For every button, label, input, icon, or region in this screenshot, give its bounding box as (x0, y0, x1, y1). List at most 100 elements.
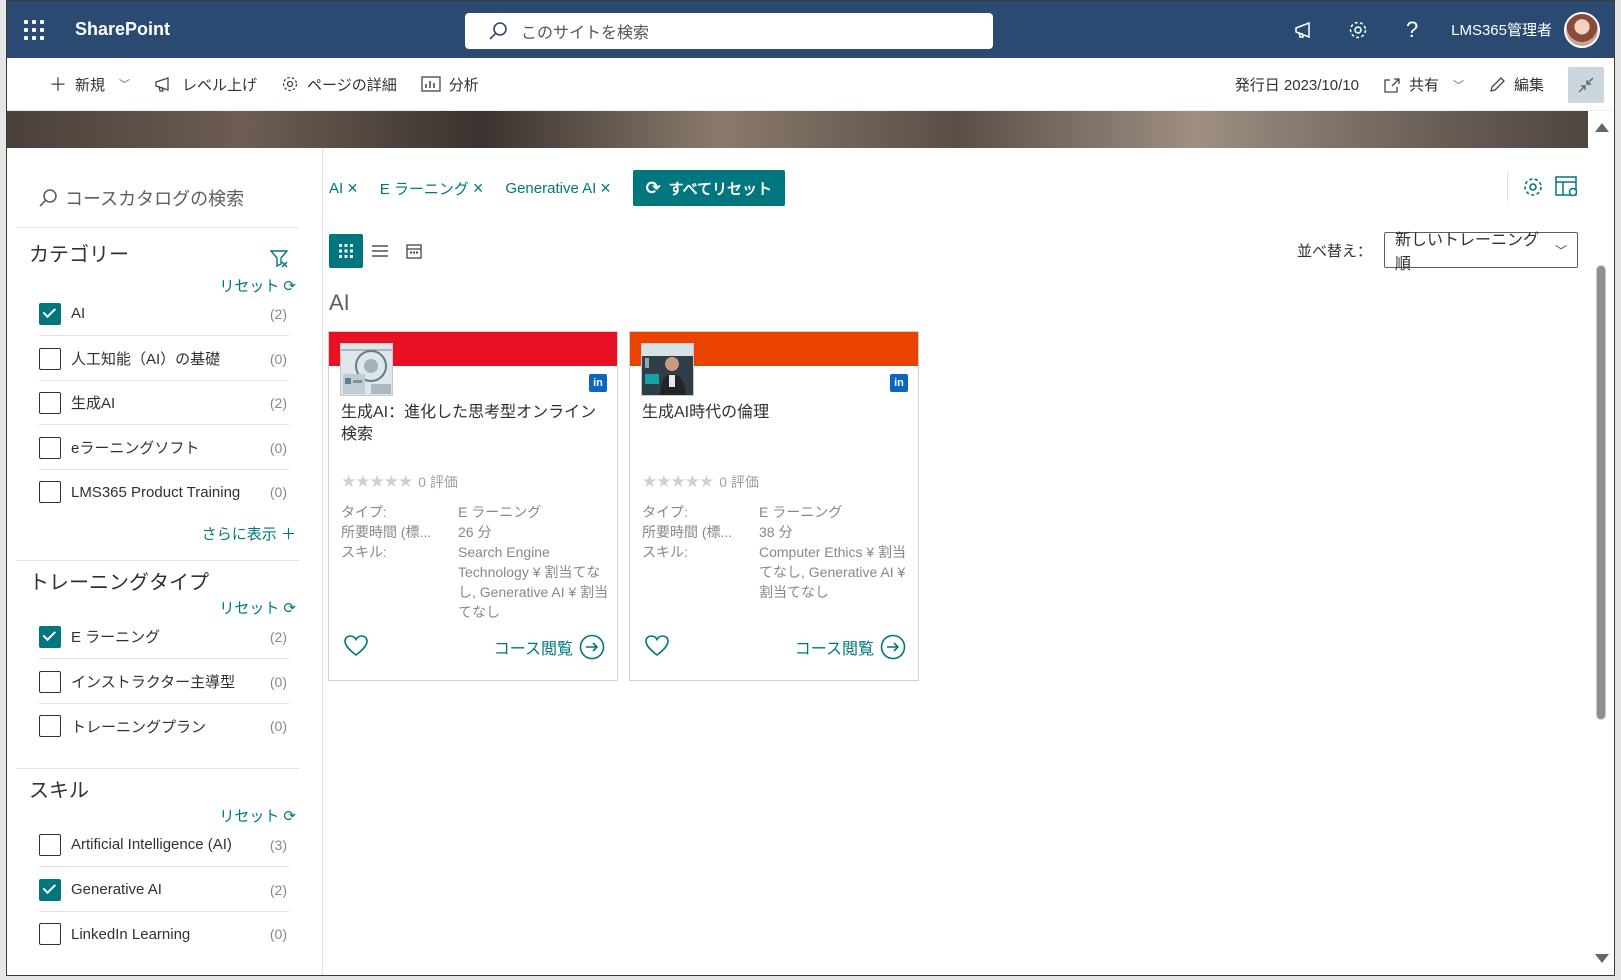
show-more-button[interactable]: さらに表示 ＋ (202, 523, 296, 544)
grid-view-icon[interactable] (329, 234, 363, 268)
catalog-search-input[interactable]: コースカタログの検索 (17, 168, 299, 228)
help-icon[interactable]: ? (1385, 1, 1439, 58)
facet-item-label: トレーニングプラン (71, 718, 207, 736)
facet-item-count: (2) (269, 394, 287, 411)
share-label: 共有 (1408, 77, 1439, 94)
user-name[interactable]: LMS365管理者 (1451, 19, 1552, 40)
app-name[interactable]: SharePoint (75, 19, 170, 40)
view-course-button[interactable]: コース閲覧 (494, 634, 605, 660)
layout-settings-icon[interactable] (1550, 170, 1584, 204)
close-icon[interactable]: × (600, 179, 611, 197)
suite-bar: SharePoint このサイトを検索 ? LMS365管理者 (7, 1, 1614, 58)
browser-frame: SharePoint このサイトを検索 ? LMS365管理者 ＋ 新規 ﹀ レ… (6, 0, 1615, 976)
course-title[interactable]: 生成AI：進化した思考型オンライン検索 (341, 402, 609, 446)
sort-label: 並べ替え： (1296, 242, 1372, 260)
edit-button[interactable]: 編集 (1476, 58, 1556, 111)
scrollbar-thumb[interactable] (1596, 265, 1606, 720)
facet-item[interactable]: Generative AI (2) (39, 868, 289, 912)
facet-item[interactable]: 人工知能（AI）の基礎 (0) (39, 337, 289, 381)
checkbox[interactable] (39, 347, 61, 370)
scroll-up-icon[interactable] (1595, 123, 1609, 132)
avatar[interactable] (1564, 11, 1600, 48)
facet-item-label: eラーニングソフト (71, 440, 200, 457)
view-switcher (329, 234, 431, 268)
checkbox[interactable] (39, 833, 61, 856)
facet-item-label: LinkedIn Learning (71, 925, 191, 943)
hero-image (7, 111, 1590, 148)
meta-value: 38 分 (759, 524, 793, 540)
course-card[interactable]: in 生成AI時代の倫理 ★★★★★ 0 評価 タイプ: E ラーニング 所要時間 … (629, 331, 919, 681)
filter-icon[interactable] (269, 248, 289, 268)
settings-icon[interactable] (1331, 1, 1385, 58)
heart-icon[interactable] (343, 634, 369, 658)
active-filters: AI × E ラーニング × Generative AI × ⟳ すべてリセット (329, 170, 785, 206)
edit-label: 編集 (1513, 77, 1544, 94)
scroll-down-icon[interactable] (1595, 954, 1609, 963)
refresh-icon: ⟳ (645, 177, 661, 198)
facet-item[interactable]: E ラーニング (2) (39, 615, 289, 659)
checkbox[interactable] (39, 391, 61, 414)
checkbox[interactable] (39, 436, 61, 459)
analytics-button[interactable]: 分析 (409, 58, 491, 111)
waffle-icon[interactable] (9, 1, 59, 58)
facet-item[interactable]: 生成AI (2) (39, 381, 289, 425)
filter-chip-label: Generative AI (505, 179, 597, 197)
divider (17, 560, 299, 561)
meta-key: タイプ: (642, 504, 688, 520)
page-scrollbar[interactable] (1588, 111, 1614, 975)
facet-item-count: (2) (269, 628, 287, 645)
facet-item[interactable]: トレーニングプラン (0) (39, 704, 289, 748)
checkbox[interactable] (39, 625, 61, 648)
facet-item[interactable]: Artificial Intelligence (AI) (3) (39, 823, 289, 867)
star-rating-icon: ★★★★★ (341, 472, 413, 491)
course-card[interactable]: in 生成AI：進化した思考型オンライン検索 ★★★★★ 0 評価 タイプ: E ラ… (328, 331, 618, 681)
promote-label: レベル上げ (182, 76, 258, 94)
checkbox[interactable] (39, 923, 61, 945)
promote-button[interactable]: レベル上げ (142, 58, 269, 111)
facet-item[interactable]: インストラクター主導型 (0) (39, 660, 289, 704)
megaphone-icon[interactable] (1277, 1, 1331, 58)
calendar-view-icon[interactable] (397, 234, 431, 268)
collapse-icon[interactable] (1568, 66, 1604, 103)
facet-item[interactable]: eラーニングソフト (0) (39, 426, 289, 470)
sort-value: 新しいトレーニング順 (1395, 232, 1540, 273)
filter-chip[interactable]: E ラーニング × (380, 178, 484, 199)
checkbox[interactable] (39, 715, 61, 737)
pencil-icon (1490, 76, 1505, 92)
filter-chip[interactable]: Generative AI × (505, 179, 610, 197)
facet-item[interactable]: LMS365 Product Training (0) (39, 470, 289, 514)
checkbox[interactable] (39, 302, 61, 325)
facet-item-count: (0) (269, 439, 287, 456)
facet-item-label: 人工知能（AI）の基礎 (71, 351, 221, 368)
close-icon[interactable]: × (347, 179, 358, 197)
page-details-button[interactable]: ページの詳細 (269, 58, 409, 111)
reset-all-button[interactable]: ⟳ すべてリセット (632, 170, 785, 206)
list-view-icon[interactable] (363, 234, 397, 268)
course-meta: タイプ: E ラーニング 所要時間 (標... 38 分 スキル: Computer … (642, 502, 912, 602)
view-course-button[interactable]: コース閲覧 (795, 634, 906, 660)
meta-key: スキル: (642, 544, 688, 560)
site-search-box[interactable]: このサイトを検索 (465, 13, 993, 49)
close-icon[interactable]: × (473, 179, 484, 197)
facet-item[interactable]: AI (2) (39, 292, 289, 336)
sort-dropdown[interactable]: 新しいトレーニング順 ﹀ (1384, 232, 1578, 273)
course-title[interactable]: 生成AI時代の倫理 (642, 402, 910, 424)
share-button[interactable]: 共有 ﹀ (1371, 58, 1476, 111)
filter-chip[interactable]: AI × (329, 179, 358, 197)
gear-icon[interactable] (1516, 170, 1550, 204)
star-rating-icon: ★★★★★ (642, 472, 714, 491)
meta-value: E ラーニング (759, 504, 843, 520)
arrow-right-circle-icon (880, 634, 906, 660)
course-thumbnail (340, 343, 393, 396)
checkbox[interactable] (39, 878, 61, 901)
checkbox[interactable] (39, 670, 61, 693)
arrow-right-circle-icon (579, 634, 605, 660)
new-button[interactable]: ＋ 新規 ﹀ (37, 58, 142, 111)
meta-key: タイプ: (341, 504, 387, 520)
facet-item-count: (0) (269, 926, 287, 942)
checkbox[interactable] (39, 481, 61, 503)
facet-item[interactable]: LinkedIn Learning (0) (39, 912, 289, 956)
heart-icon[interactable] (644, 634, 670, 658)
search-icon (39, 188, 57, 207)
filter-sidebar: コースカタログの検索 カテゴリー リセット ⟳ AI (2) 人工知能（AI）の基礎… (7, 148, 323, 975)
